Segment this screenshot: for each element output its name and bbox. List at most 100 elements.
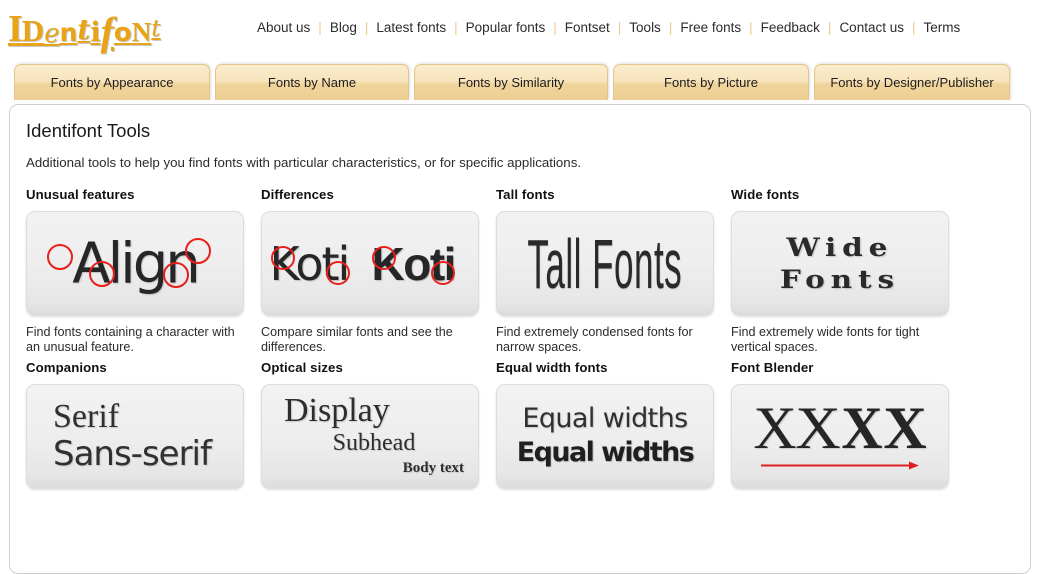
content-panel: Identifont Tools Additional tools to hel… xyxy=(9,104,1031,574)
site-logo[interactable]: IDentifoNt xyxy=(8,4,161,54)
sample-text-serif: Serif xyxy=(53,398,120,436)
tab-fonts-by-designer-publisher[interactable]: Fonts by Designer/Publisher xyxy=(814,64,1010,100)
tool-caption: Find extremely wide fonts for tight vert… xyxy=(731,325,920,355)
sample-text-line2: Fonts xyxy=(779,264,901,294)
nav-separator: | xyxy=(553,20,557,35)
logo-letter: D xyxy=(21,13,45,48)
primary-tab-bar: Fonts by Appearance Fonts by Name Fonts … xyxy=(14,64,1010,100)
nav-link-terms[interactable]: Terms xyxy=(923,20,962,35)
sample-text-sans: Sans-serif xyxy=(53,434,212,475)
blend-glyph: X xyxy=(795,395,842,462)
sample-text: Tall Fonts xyxy=(527,224,683,303)
logo-letter: o xyxy=(113,18,132,48)
tool-thumbnail-companions[interactable]: Serif Sans-serif xyxy=(26,383,244,489)
tool-caption: Compare similar fonts and see the differ… xyxy=(261,325,453,355)
logo-letter: t xyxy=(151,16,161,42)
nav-separator: | xyxy=(911,20,916,35)
sample-text-subhead: Subhead xyxy=(332,430,416,457)
page-title: Identifont Tools xyxy=(26,120,151,141)
nav-link-contact-us[interactable]: Contact us xyxy=(838,20,905,35)
logo-letter: t xyxy=(77,13,91,46)
tool-caption: Find extremely condensed fonts for narro… xyxy=(496,325,693,355)
logo-letter: N xyxy=(131,17,152,47)
nav-separator: | xyxy=(827,20,832,35)
font-blender-sample-graphic: XXXX xyxy=(745,394,935,478)
nav-separator: | xyxy=(454,20,458,35)
tab-fonts-by-name[interactable]: Fonts by Name xyxy=(215,64,409,100)
blend-glyph: X xyxy=(883,395,927,462)
difference-marker-circle xyxy=(430,260,455,285)
tab-fonts-by-similarity[interactable]: Fonts by Similarity xyxy=(414,64,608,100)
tab-label: Fonts by Designer/Publisher xyxy=(830,75,994,90)
top-navigation: About us | Blog | Latest fonts | Popular fonts… xyxy=(256,20,961,35)
tool-title: Equal width fonts xyxy=(496,359,608,375)
tools-grid: Unusual features Align Find fonts contai… xyxy=(26,187,1014,498)
nav-link-blog[interactable]: Blog xyxy=(329,20,358,35)
feature-marker-circle xyxy=(163,261,189,288)
tab-label: Fonts by Appearance xyxy=(50,75,174,90)
equal-widths-sample-graphic: Equal widths Equal widths xyxy=(516,402,695,470)
tool-card-companions: Companions Serif Sans-serif xyxy=(26,360,261,498)
tool-card-wide-fonts: Wide fonts Wide Fonts Find extremely wid… xyxy=(731,187,966,356)
tab-label: Fonts by Name xyxy=(267,75,357,90)
logo-letter: e xyxy=(44,19,60,49)
logo-letter: n xyxy=(59,18,78,47)
wide-sample-graphic: Wide Fonts xyxy=(780,232,900,296)
tab-label: Fonts by Picture xyxy=(664,75,758,90)
nav-separator: | xyxy=(318,20,322,35)
align-sample-graphic: Align xyxy=(35,224,235,304)
sample-text-bold: Equal widths xyxy=(516,437,695,469)
tool-thumbnail-unusual-features[interactable]: Align xyxy=(26,211,244,316)
sample-text-regular: Equal widths xyxy=(522,403,688,435)
feature-marker-circle xyxy=(47,243,73,270)
blend-glyph-row: XXXX xyxy=(753,398,926,458)
feature-marker-circle xyxy=(89,260,115,287)
difference-marker-circle xyxy=(270,245,295,270)
tool-title: Wide fonts xyxy=(731,187,800,202)
companions-sample-graphic: Serif Sans-serif xyxy=(27,399,243,473)
tool-title: Differences xyxy=(261,187,334,202)
difference-marker-circle xyxy=(325,260,350,285)
tool-thumbnail-differences[interactable]: Koti Koti xyxy=(261,211,479,316)
tool-thumbnail-equal-width-fonts[interactable]: Equal widths Equal widths xyxy=(496,383,714,489)
site-header: IDentifoNt About us | Blog | Latest fonts | Po… xyxy=(0,0,1040,60)
tool-card-differences: Differences Koti Koti Compare similar fo… xyxy=(261,187,496,356)
logo-letter: i xyxy=(90,17,101,48)
koti-sample-graphic: Koti Koti xyxy=(268,224,473,304)
tool-card-optical-sizes: Optical sizes Display Subhead Body text xyxy=(261,360,496,498)
tool-title: Font Blender xyxy=(731,359,814,375)
blend-glyph: X xyxy=(841,395,883,462)
sample-text-body: Body text xyxy=(402,460,464,477)
tool-caption: Find fonts containing a character with a… xyxy=(26,325,235,355)
nav-separator: | xyxy=(617,20,622,35)
blend-direction-arrow-icon xyxy=(761,461,919,470)
tab-fonts-by-picture[interactable]: Fonts by Picture xyxy=(613,64,809,100)
tool-title: Companions xyxy=(26,359,107,375)
optical-sizes-sample-graphic: Display Subhead Body text xyxy=(262,394,478,478)
tool-card-font-blender: Font Blender XXXX xyxy=(731,360,966,498)
nav-separator: | xyxy=(668,20,673,35)
feature-marker-circle xyxy=(185,237,211,264)
nav-link-fontset[interactable]: Fontset xyxy=(564,20,611,35)
blend-glyph: X xyxy=(753,395,797,462)
nav-separator: | xyxy=(364,20,369,35)
tab-fonts-by-appearance[interactable]: Fonts by Appearance xyxy=(14,64,210,100)
sample-text-line1: Wide xyxy=(786,232,894,262)
nav-link-about-us[interactable]: About us xyxy=(256,20,311,35)
tool-thumbnail-tall-fonts[interactable]: Tall Fonts xyxy=(496,211,714,316)
tool-title: Unusual features xyxy=(26,187,135,202)
tool-thumbnail-optical-sizes[interactable]: Display Subhead Body text xyxy=(261,383,479,489)
nav-link-tools[interactable]: Tools xyxy=(628,20,662,35)
tab-label: Fonts by Similarity xyxy=(457,75,565,90)
tool-title: Optical sizes xyxy=(261,359,343,375)
sample-text-display: Display xyxy=(284,392,390,430)
tool-card-equal-width-fonts: Equal width fonts Equal widths Equal wid… xyxy=(496,360,731,498)
tool-thumbnail-wide-fonts[interactable]: Wide Fonts xyxy=(731,211,949,316)
tool-title: Tall fonts xyxy=(496,187,555,202)
nav-link-popular-fonts[interactable]: Popular fonts xyxy=(465,20,547,35)
nav-link-feedback[interactable]: Feedback xyxy=(760,20,821,35)
tool-card-tall-fonts: Tall fonts Tall Fonts Find extremely con… xyxy=(496,187,731,356)
nav-link-free-fonts[interactable]: Free fonts xyxy=(679,20,742,35)
nav-link-latest-fonts[interactable]: Latest fonts xyxy=(375,20,447,35)
tool-thumbnail-font-blender[interactable]: XXXX xyxy=(731,383,949,489)
